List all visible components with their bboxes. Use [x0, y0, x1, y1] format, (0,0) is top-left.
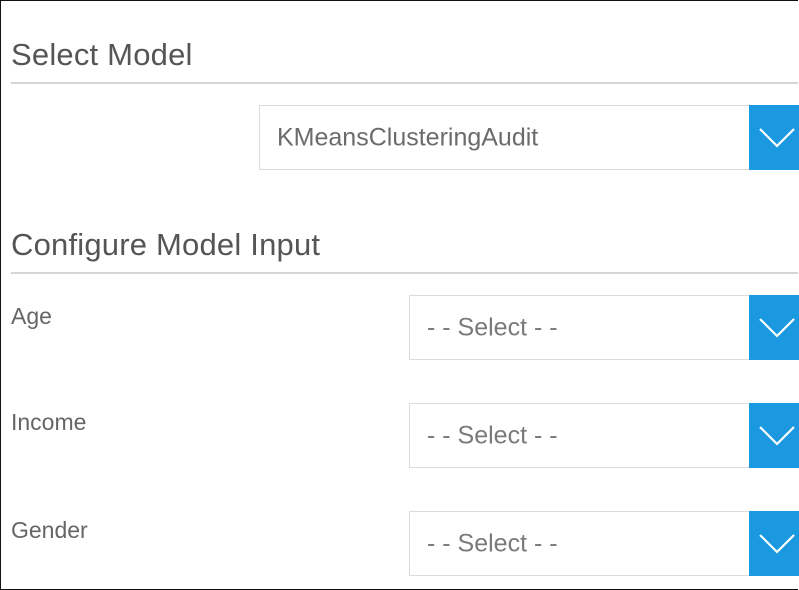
model-settings-panel: Select Model KMeansClusteringAudit Confi… [0, 0, 799, 590]
age-select-dropdown-button[interactable] [749, 295, 799, 360]
gender-label: Gender [11, 517, 88, 543]
model-select[interactable]: KMeansClusteringAudit [259, 105, 799, 170]
select-model-divider [11, 82, 798, 84]
income-select-value: - - Select - - [427, 421, 558, 449]
income-label: Income [11, 409, 87, 435]
gender-select[interactable]: - - Select - - [409, 511, 799, 576]
select-model-heading: Select Model [11, 37, 193, 72]
income-select-dropdown-button[interactable] [749, 403, 799, 468]
chevron-down-icon [759, 317, 795, 338]
age-select-value: - - Select - - [427, 313, 558, 341]
model-select-dropdown-button[interactable] [749, 105, 799, 170]
chevron-down-icon [759, 127, 795, 148]
chevron-down-icon [759, 533, 795, 554]
age-label: Age [11, 303, 52, 329]
model-select-value: KMeansClusteringAudit [277, 123, 539, 151]
gender-select-dropdown-button[interactable] [749, 511, 799, 576]
income-select[interactable]: - - Select - - [409, 403, 799, 468]
configure-model-input-divider [11, 272, 798, 274]
gender-select-value: - - Select - - [427, 529, 558, 557]
chevron-down-icon [759, 425, 795, 446]
configure-model-input-heading: Configure Model Input [11, 227, 321, 262]
age-select[interactable]: - - Select - - [409, 295, 799, 360]
